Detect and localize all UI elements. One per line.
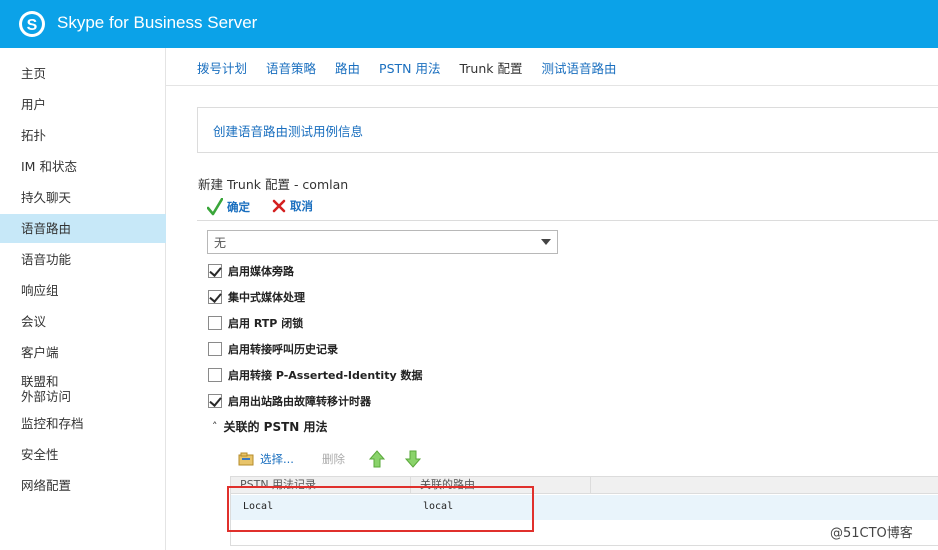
sidebar-item-security[interactable]: 安全性 — [0, 440, 166, 469]
pstn-usage-section-toggle[interactable]: ˄ 关联的 PSTN 用法 — [212, 418, 328, 435]
checkbox-box[interactable] — [208, 394, 222, 408]
checkbox-box[interactable] — [208, 264, 222, 278]
app-title: Skype for Business Server — [57, 13, 258, 32]
checkbox-label: 启用媒体旁路 — [228, 265, 294, 278]
delete-label: 删除 — [321, 452, 345, 466]
sidebar-item-im-presence[interactable]: IM 和状态 — [0, 152, 166, 181]
watermark: @51CTO博客 — [830, 526, 913, 541]
select-label: 选择... — [260, 452, 294, 466]
checkmark-icon — [207, 198, 223, 216]
checkbox-pai-data[interactable]: 启用转接 P-Asserted-Identity 数据 — [208, 367, 422, 383]
checkbox-label: 启用转接呼叫历史记录 — [228, 343, 338, 356]
sidebar-item-topology[interactable]: 拓扑 — [0, 121, 166, 150]
checkbox-box[interactable] — [208, 290, 222, 304]
svg-text:S: S — [27, 17, 38, 34]
sidebar-item-voice-features[interactable]: 语音功能 — [0, 245, 166, 274]
checkbox-box[interactable] — [208, 316, 222, 330]
tab-trunk-config[interactable]: Trunk 配置 — [459, 58, 522, 76]
dropdown-value: 无 — [214, 235, 227, 250]
checkbox-label: 启用出站路由故障转移计时器 — [228, 395, 371, 408]
select-list-icon — [238, 452, 254, 466]
info-panel: 创建语音路由测试用例信息 — [197, 107, 938, 153]
sidebar-item-users[interactable]: 用户 — [0, 90, 166, 119]
close-icon — [272, 199, 286, 213]
checkbox-failover-timer[interactable]: 启用出站路由故障转移计时器 — [208, 393, 371, 409]
checkbox-media-bypass[interactable]: 启用媒体旁路 — [208, 263, 294, 279]
sidebar-item-federation[interactable]: 联盟和 外部访问 — [0, 372, 166, 406]
sidebar-item-home[interactable]: 主页 — [0, 59, 166, 88]
chevron-down-icon — [541, 239, 551, 245]
sidebar-item-conferencing[interactable]: 会议 — [0, 307, 166, 336]
checkbox-box[interactable] — [208, 342, 222, 356]
app-header: S Skype for Business Server — [0, 0, 938, 48]
delete-button[interactable]: 删除 — [318, 451, 345, 467]
tab-voice-policy[interactable]: 语音策略 — [266, 58, 316, 76]
voice-routing-tabs: 拨号计划 语音策略 路由 PSTN 用法 Trunk 配置 测试语音路由 — [197, 58, 636, 76]
chevron-up-icon: ˄ — [212, 420, 218, 433]
sidebar-nav: 主页 用户 拓扑 IM 和状态 持久聊天 语音路由 语音功能 响应组 会议 客户… — [0, 48, 166, 550]
checkbox-label: 集中式媒体处理 — [228, 291, 305, 304]
ok-button[interactable]: 确定 — [207, 198, 250, 216]
select-button[interactable]: 选择... — [238, 451, 294, 467]
tabs-divider — [166, 85, 938, 86]
tab-dial-plan[interactable]: 拨号计划 — [197, 58, 247, 76]
move-down-icon[interactable] — [404, 450, 421, 468]
annotation-highlight-box — [227, 486, 534, 532]
create-test-case-link[interactable]: 创建语音路由测试用例信息 — [213, 121, 363, 140]
checkbox-label: 启用转接 P-Asserted-Identity 数据 — [228, 369, 423, 382]
sidebar-item-response-groups[interactable]: 响应组 — [0, 276, 166, 305]
section-label: 关联的 PSTN 用法 — [223, 420, 328, 434]
cancel-button[interactable]: 取消 — [272, 198, 313, 214]
trunk-dropdown[interactable]: 无 — [207, 230, 558, 254]
move-up-icon[interactable] — [368, 450, 385, 468]
checkbox-call-history[interactable]: 启用转接呼叫历史记录 — [208, 341, 338, 357]
actions-divider — [197, 220, 938, 221]
tab-test-voice-routing[interactable]: 测试语音路由 — [541, 58, 616, 76]
cancel-label: 取消 — [290, 199, 313, 213]
sidebar-item-monitoring[interactable]: 监控和存档 — [0, 409, 166, 438]
sidebar-item-clients[interactable]: 客户端 — [0, 338, 166, 367]
checkbox-rtp-latching[interactable]: 启用 RTP 闭锁 — [208, 315, 303, 331]
ok-label: 确定 — [227, 200, 250, 214]
sidebar-item-voice-routing[interactable]: 语音路由 — [0, 214, 166, 243]
checkbox-box[interactable] — [208, 368, 222, 382]
checkbox-label: 启用 RTP 闭锁 — [228, 317, 304, 330]
tab-pstn-usage[interactable]: PSTN 用法 — [379, 58, 440, 76]
pstn-toolbar: 选择... 删除 — [238, 450, 421, 468]
sidebar-item-network[interactable]: 网络配置 — [0, 471, 166, 500]
form-title: 新建 Trunk 配置 - comlan — [198, 177, 349, 192]
checkbox-centralized-media[interactable]: 集中式媒体处理 — [208, 289, 305, 305]
tab-route[interactable]: 路由 — [335, 58, 360, 76]
skype-logo-icon: S — [19, 11, 45, 37]
sidebar-item-persistent-chat[interactable]: 持久聊天 — [0, 183, 166, 212]
